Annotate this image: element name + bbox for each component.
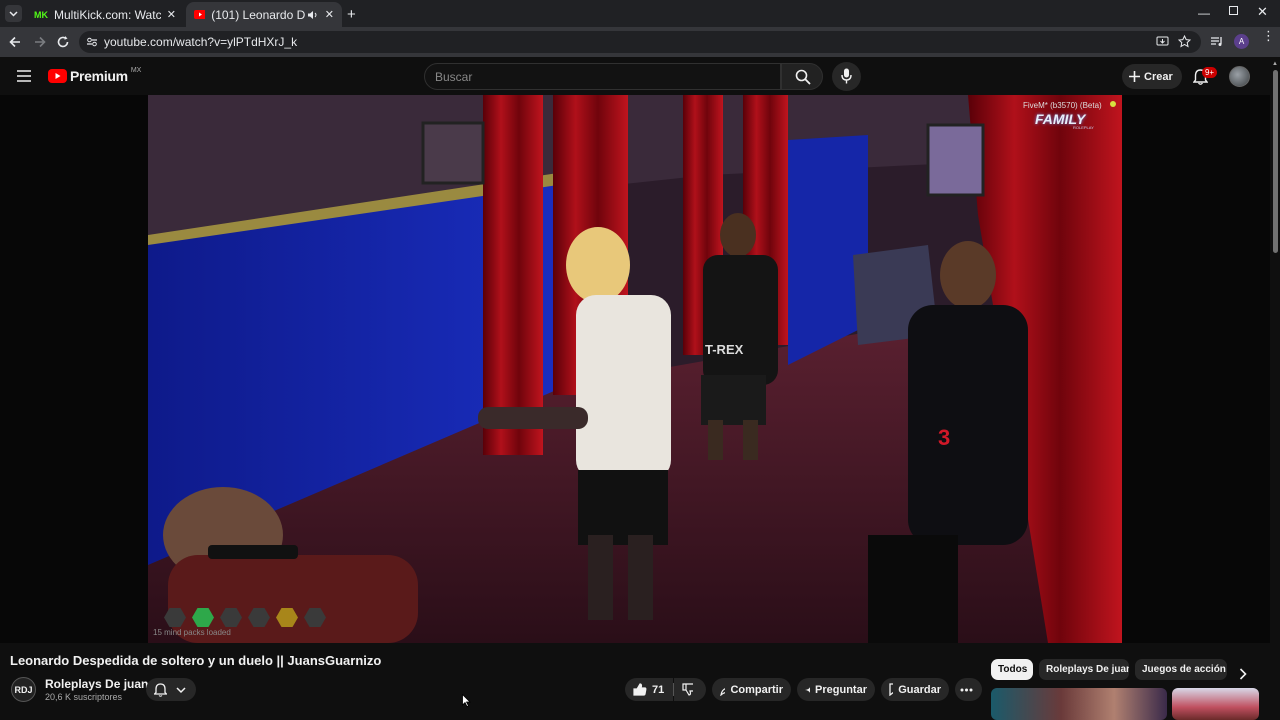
like-count: 71 [652, 683, 665, 696]
dislike-button[interactable] [674, 678, 706, 701]
hud-health-icon [192, 608, 214, 627]
bookmark-icon [889, 683, 894, 696]
new-tab-icon[interactable]: + [347, 6, 356, 23]
multikick-favicon: MK [34, 9, 48, 20]
save-label: Guardar [898, 683, 941, 696]
logo-text: Premium [70, 68, 128, 84]
logo-region: MX [130, 66, 142, 74]
notification-badge: 9+ [1202, 67, 1217, 78]
minimize-icon[interactable]: — [1198, 6, 1210, 20]
ask-label: Preguntar [815, 683, 867, 696]
youtube-premium-logo[interactable]: Premium MX [48, 66, 142, 84]
close-icon[interactable]: ✕ [167, 8, 176, 21]
youtube-favicon [194, 10, 206, 19]
close-window-icon[interactable]: ✕ [1257, 4, 1268, 20]
plus-icon [1129, 71, 1140, 82]
mouse-cursor-icon [462, 694, 471, 707]
account-avatar[interactable] [1229, 66, 1250, 87]
tab-title: MultiKick.com: Watch Multiple [54, 7, 161, 22]
search-icon [795, 69, 811, 85]
more-horizontal-icon [960, 688, 972, 691]
channel-avatar[interactable]: RDJ [11, 677, 36, 702]
forward-icon[interactable] [33, 35, 47, 49]
status-dot [1110, 101, 1116, 107]
jersey-number: 3 [938, 425, 951, 450]
site-info-icon[interactable] [86, 36, 98, 48]
save-button[interactable]: Guardar [881, 678, 949, 701]
hud-voice-icon [164, 608, 186, 627]
video-frame: FiveM* (b3570) (Beta) FAMILY ROLEPLAY T-… [148, 95, 1122, 643]
youtube-logo-icon [48, 69, 67, 83]
fivem-version-text: FiveM* (b3570) (Beta) [1023, 101, 1102, 110]
media-control-icon[interactable] [1210, 35, 1224, 48]
ask-button[interactable]: Preguntar [797, 678, 875, 701]
chevron-down-icon [9, 11, 18, 17]
subscriber-count: 20,6 K suscriptores [45, 692, 123, 702]
scroll-up-arrow[interactable]: ▲ [1272, 61, 1278, 67]
more-actions-button[interactable] [955, 678, 982, 701]
chip-action-games[interactable]: Juegos de acción y [1135, 659, 1227, 680]
search-input[interactable]: Buscar [424, 63, 781, 90]
create-button[interactable]: Crear [1122, 64, 1182, 89]
game-hud [164, 608, 326, 627]
share-icon [720, 687, 726, 696]
tab-search-button[interactable] [5, 5, 22, 22]
reload-icon[interactable] [56, 35, 70, 49]
back-icon[interactable] [8, 35, 22, 49]
jersey-text: T-REX [705, 342, 744, 357]
thumbs-down-icon [682, 683, 693, 696]
subscription-notification-button[interactable] [146, 678, 196, 701]
related-videos [991, 688, 1259, 720]
chevron-down-icon [176, 687, 186, 694]
voice-search-button[interactable] [832, 62, 861, 91]
search-button[interactable] [781, 63, 823, 90]
restore-icon[interactable] [1229, 6, 1238, 15]
hud-stamina-icon [276, 608, 298, 627]
browser-menu-icon[interactable]: ⋮ [1262, 29, 1275, 42]
search-placeholder: Buscar [435, 69, 473, 84]
related-thumbnail[interactable] [1172, 688, 1259, 720]
chip-channel[interactable]: Roleplays De juan [1039, 659, 1129, 680]
install-app-icon[interactable] [1156, 35, 1169, 48]
scrollbar-thumb[interactable] [1273, 70, 1278, 253]
close-icon[interactable]: ✕ [325, 8, 334, 21]
hud-status-text: 15 mind packs loaded [153, 628, 231, 637]
address-bar[interactable]: youtube.com/watch?v=ylPTdHXrJ_k [79, 31, 1201, 53]
bookmark-star-icon[interactable] [1178, 35, 1191, 48]
related-thumbnail[interactable] [991, 688, 1167, 720]
thumbs-up-icon [633, 683, 647, 696]
like-button[interactable]: 71 [625, 678, 673, 701]
tab-youtube[interactable]: (101) Leonardo Despedida ✕ [186, 2, 342, 27]
channel-name[interactable]: Roleplays De juan [45, 677, 148, 691]
url-text: youtube.com/watch?v=ylPTdHXrJ_k [104, 35, 298, 49]
hud-water-icon [248, 608, 270, 627]
browser-tab-strip: MK MultiKick.com: Watch Multiple ✕ (101)… [0, 0, 1280, 27]
profile-avatar[interactable]: A [1234, 34, 1249, 49]
chevron-right-icon[interactable] [1239, 668, 1247, 680]
hud-brain-icon [304, 608, 326, 627]
bell-icon [154, 683, 167, 697]
hud-food-icon [220, 608, 242, 627]
video-player[interactable]: FiveM* (b3570) (Beta) FAMILY ROLEPLAY T-… [0, 95, 1270, 643]
microphone-icon [841, 68, 852, 84]
video-title: Leonardo Despedida de soltero y un duelo… [10, 653, 382, 668]
chip-todos[interactable]: Todos [991, 659, 1033, 680]
sparkle-icon [805, 686, 811, 693]
hamburger-menu-icon[interactable] [17, 70, 31, 82]
share-label: Compartir [730, 683, 783, 696]
family-roleplay-logo-sub: ROLEPLAY [1073, 125, 1094, 130]
speaker-icon[interactable] [307, 10, 317, 20]
tab-multikick[interactable]: MK MultiKick.com: Watch Multiple ✕ [26, 2, 184, 27]
share-button[interactable]: Compartir [712, 678, 791, 701]
create-label: Crear [1144, 70, 1173, 83]
game-scene-image [148, 95, 1122, 643]
tab-title: (101) Leonardo Despedida [211, 7, 305, 22]
